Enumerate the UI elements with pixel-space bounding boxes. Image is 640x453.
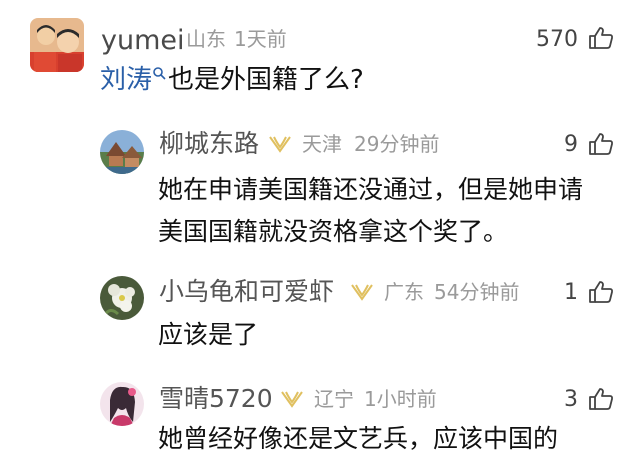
comment-body: 美国国籍就没资格拿这个奖了。 [158, 217, 509, 246]
thumbs-up-icon[interactable] [588, 387, 614, 411]
avatar[interactable] [100, 130, 144, 174]
comment-text: 刘涛 也是外国籍了么? [100, 66, 364, 93]
avatar[interactable] [30, 18, 84, 72]
mention-link[interactable]: 刘涛 [100, 65, 152, 95]
username[interactable]: 柳城东路 [159, 131, 259, 156]
thumbs-up-icon[interactable] [588, 280, 614, 304]
comment-item: 雪晴5720 辽宁 1小时前 3 她曾经好像还是文艺兵，应该中国的 [0, 370, 640, 451]
location: 天津 [302, 132, 342, 156]
location: 辽宁 [314, 387, 354, 411]
like-count: 570 [536, 27, 578, 52]
comment-body: 她曾经好像还是文艺兵，应该中国的 [158, 424, 559, 453]
username[interactable]: 雪晴5720 [159, 386, 273, 411]
comment-item: 柳城东路 天津 29分钟前 9 她在申请美国籍还没通过，但是她申请 美国国籍就没… [0, 110, 640, 260]
timestamp: 54分钟前 [434, 280, 520, 304]
timestamp: 29分钟前 [354, 132, 440, 156]
username[interactable]: 小乌龟和可爱虾 [159, 279, 334, 304]
comment-item: yumei 山东 1天前 570 刘涛 也是外国籍了么? [0, 0, 640, 110]
location: 山东 [186, 27, 226, 51]
search-icon[interactable] [152, 66, 166, 80]
vip-badge-icon [351, 284, 373, 301]
timestamp: 1天前 [234, 27, 287, 51]
like-count: 3 [564, 387, 578, 412]
thumbs-up-icon[interactable] [588, 132, 614, 156]
like-count: 9 [564, 132, 578, 157]
thumbs-up-icon[interactable] [588, 26, 614, 50]
comment-body: 也是外国籍了么? [168, 65, 364, 95]
username[interactable]: yumei [101, 27, 185, 54]
vip-badge-icon [269, 136, 291, 153]
timestamp: 1小时前 [364, 387, 437, 411]
avatar[interactable] [100, 382, 144, 426]
vip-badge-icon [281, 391, 303, 408]
location: 广东 [384, 280, 424, 304]
comment-item: 小乌龟和可爱虾 广东 54分钟前 1 应该是了 [0, 260, 640, 370]
comment-body: 应该是了 [158, 320, 259, 349]
avatar[interactable] [100, 276, 144, 320]
comment-body: 她在申请美国籍还没通过，但是她申请 [158, 175, 584, 204]
like-count: 1 [564, 280, 578, 305]
